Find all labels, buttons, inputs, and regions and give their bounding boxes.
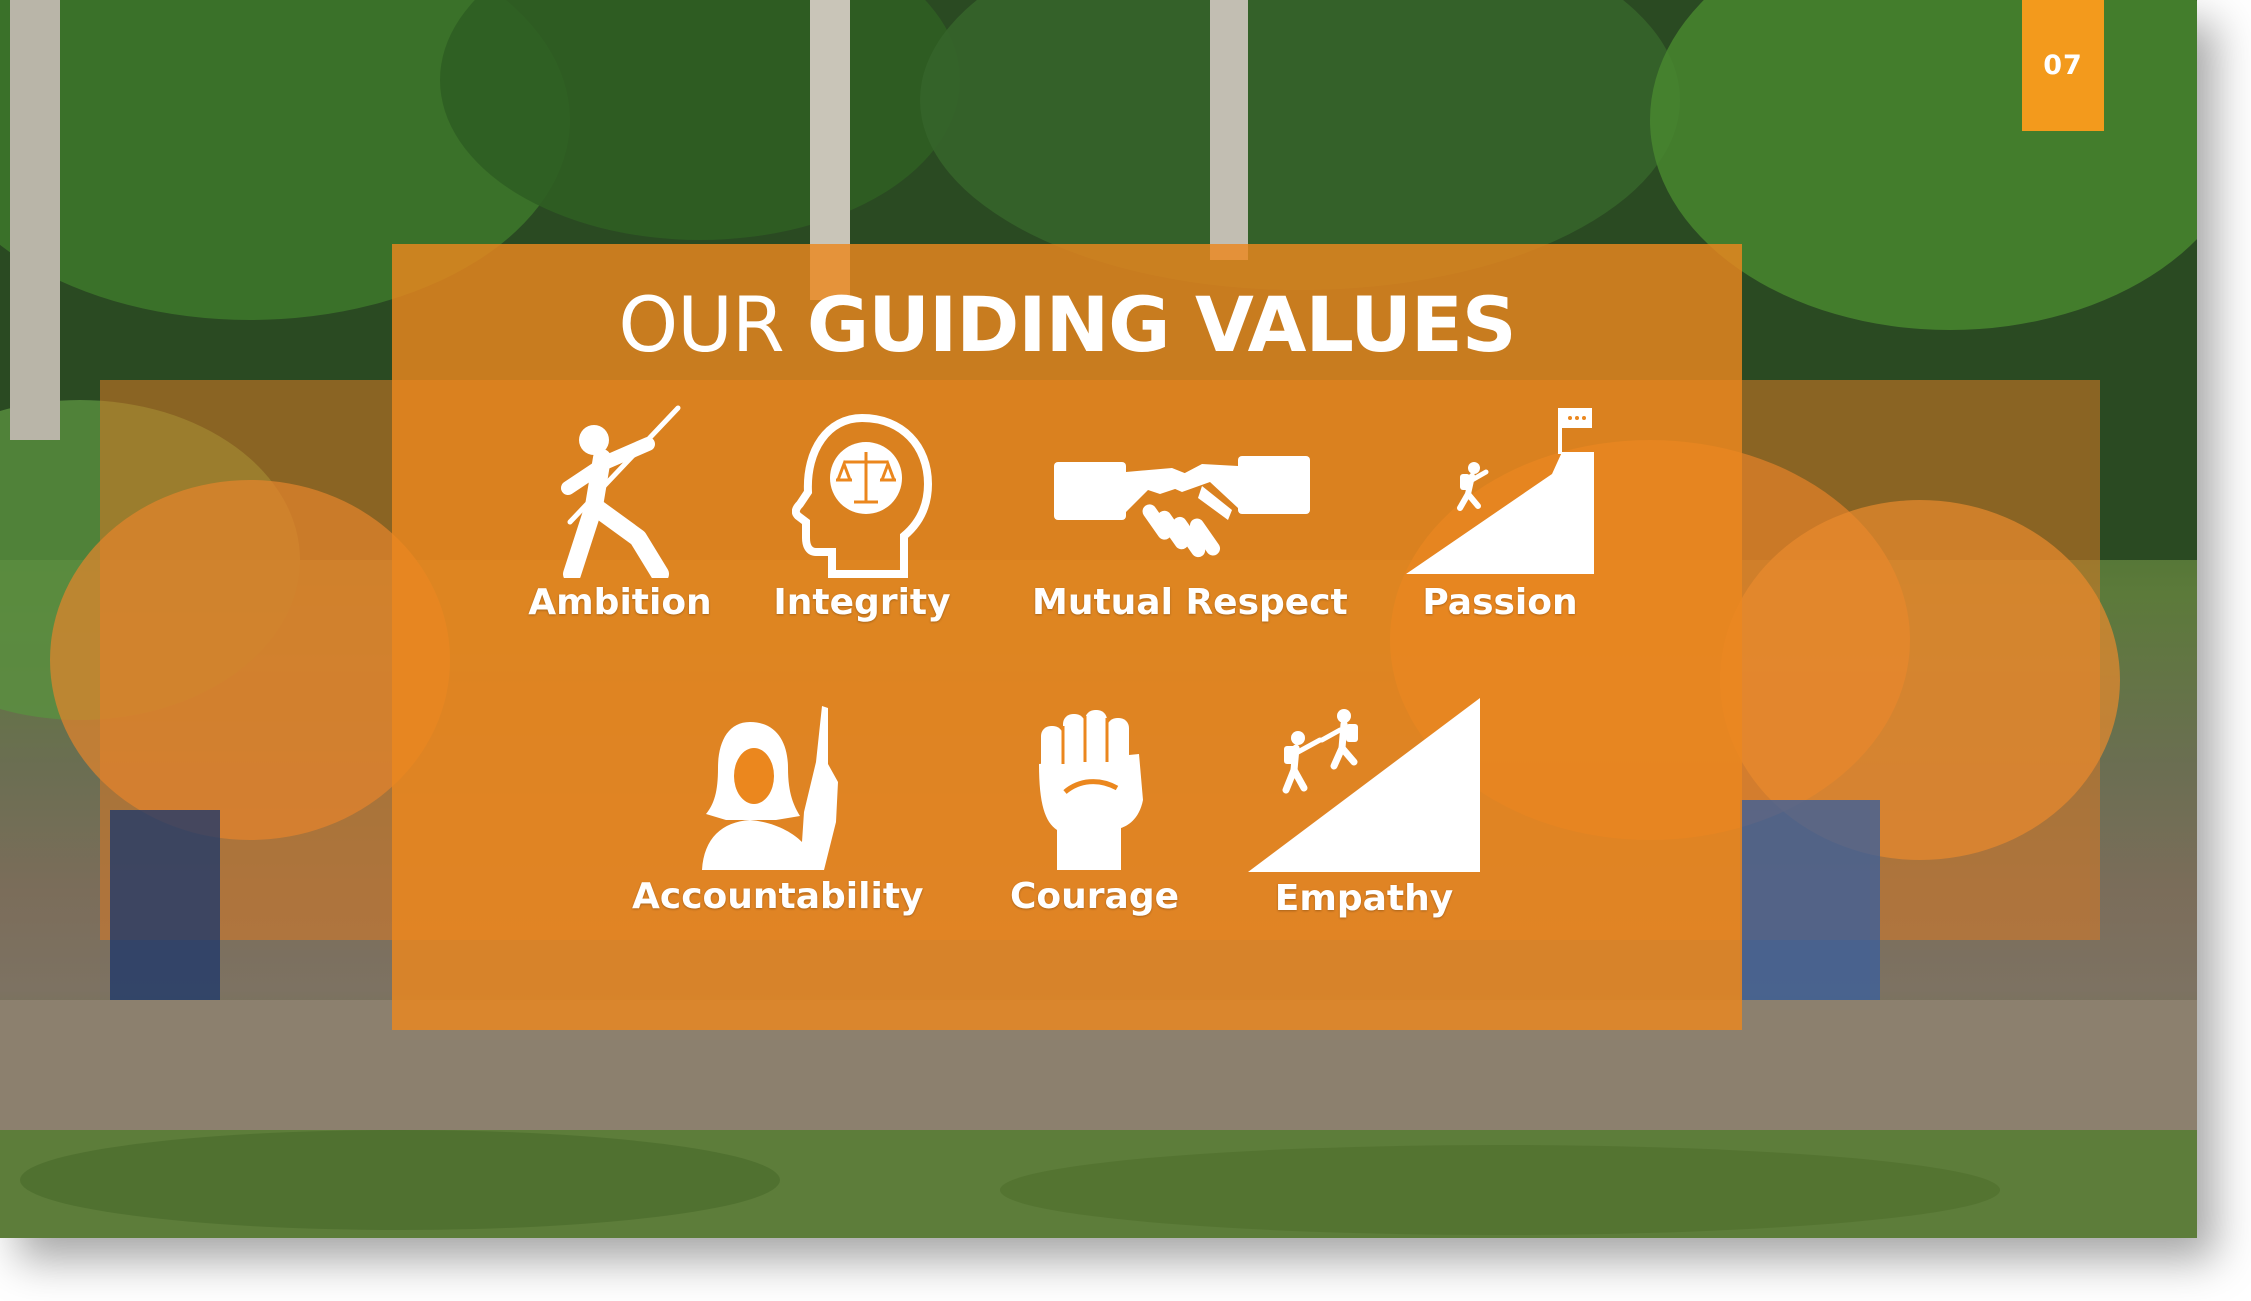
title-light: OUR <box>618 280 784 369</box>
value-passion: Passion <box>1400 402 1600 623</box>
value-label: Empathy <box>1274 878 1454 919</box>
value-ambition: Ambition <box>520 402 720 623</box>
guiding-values-panel: OUR GUIDING VALUES Ambition Integrity Mu… <box>392 244 1742 1030</box>
mountain-climber-icon <box>1406 408 1594 574</box>
page-number: 07 <box>2043 50 2083 81</box>
value-label: Ambition <box>528 582 712 623</box>
value-mutual-respect: Mutual Respect <box>1032 450 1348 623</box>
value-integrity: Integrity <box>762 412 962 623</box>
title-bold: GUIDING VALUES <box>806 280 1517 369</box>
javelin-thrower-icon <box>561 405 681 578</box>
helping-climber-icon <box>1248 698 1480 872</box>
value-empathy: Empathy <box>1244 694 1484 919</box>
head-with-scales-icon <box>792 413 932 578</box>
page-title: OUR GUIDING VALUES <box>392 280 1742 369</box>
value-courage: Courage <box>1010 704 1180 917</box>
value-accountability: Accountability <box>632 702 924 917</box>
woman-raising-hand-icon <box>702 706 838 870</box>
value-label: Mutual Respect <box>1032 582 1348 623</box>
value-label: Passion <box>1422 582 1578 623</box>
page-number-badge: 07 <box>2022 0 2104 131</box>
value-label: Accountability <box>632 876 924 917</box>
slide: 07 OUR GUIDING VALUES Ambition Integrity… <box>0 0 2197 1238</box>
handshake-icon <box>1054 456 1310 558</box>
value-label: Integrity <box>773 582 951 623</box>
raised-fist-icon <box>1039 710 1143 870</box>
value-label: Courage <box>1010 876 1180 917</box>
